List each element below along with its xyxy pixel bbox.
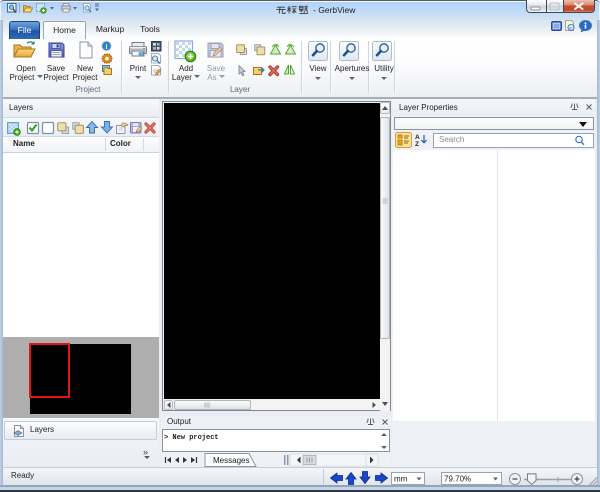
svg-text:A: A: [415, 134, 420, 141]
svg-text:i: i: [106, 43, 108, 51]
svg-text:Messages: Messages: [213, 456, 249, 465]
svg-text:79.70%: 79.70%: [444, 474, 471, 483]
svg-text:Z: Z: [415, 141, 419, 148]
svg-text:mm: mm: [394, 474, 408, 483]
